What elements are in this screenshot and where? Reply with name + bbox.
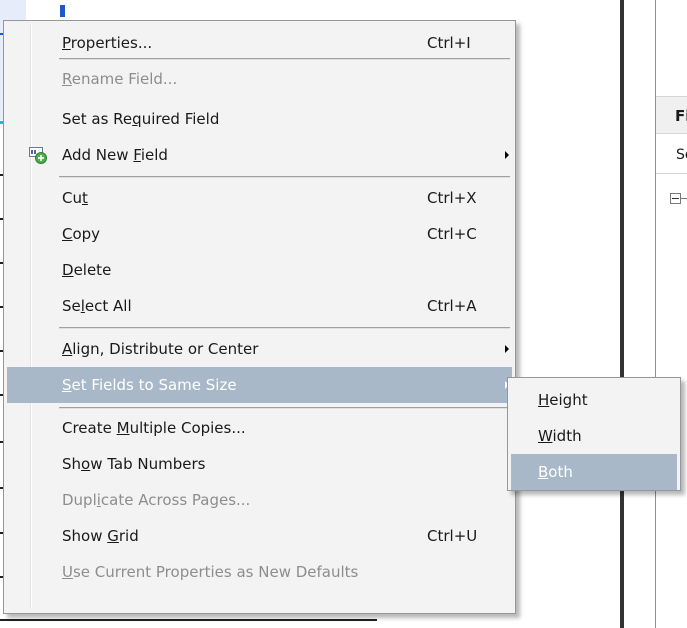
menu-item-label: Delete <box>62 252 111 288</box>
label-text: ield <box>140 146 168 164</box>
label-text: cate Across Pages... <box>100 491 251 509</box>
menu-item-create-multiple-copies[interactable]: Create Multiple Copies... <box>7 410 512 446</box>
menu-item-label: Properties... <box>62 25 152 61</box>
menu-item-label: Set as Required Field <box>62 101 219 137</box>
menu-item-select-all[interactable]: Select All Ctrl+A <box>7 288 512 324</box>
label-text: Cu <box>62 189 82 207</box>
menu-item-set-fields-to-same-size[interactable]: Set Fields to Same Size <box>7 367 512 403</box>
label-text: Show <box>62 527 108 545</box>
fields-sort-dropdown[interactable]: So <box>656 136 687 174</box>
submenu-item-height[interactable]: Height <box>511 382 677 418</box>
menu-item-label: Cut <box>62 180 88 216</box>
menu-item-label: Use Current Properties as New Defaults <box>62 554 358 590</box>
label-text: uired Field <box>141 110 220 128</box>
menu-item-rename-field[interactable]: Rename Field... <box>7 61 512 97</box>
menu-item-show-tab-numbers[interactable]: Show Tab Numbers <box>7 446 512 482</box>
menu-item-set-as-required-field[interactable]: Set as Required Field <box>7 101 512 137</box>
label-text: Se <box>62 297 81 315</box>
submenu-arrow-icon <box>505 345 509 353</box>
menu-item-label: Show Grid <box>62 518 139 554</box>
label-text: elete <box>73 261 112 279</box>
submenu-item-width[interactable]: Width <box>511 418 677 454</box>
menu-item-align-distribute-or-center[interactable]: Align, Distribute or Center <box>7 331 512 367</box>
menu-item-show-grid[interactable]: Show Grid Ctrl+U <box>7 518 512 554</box>
label-text: ename Field... <box>71 70 178 88</box>
menu-item-label: Select All <box>62 288 132 324</box>
access-key: F <box>133 146 141 164</box>
shortcut-label: Ctrl+X <box>427 189 477 207</box>
label-text: Sh <box>62 455 82 473</box>
context-menu: Properties... Ctrl+I Rename Field... Set as… <box>3 20 516 614</box>
label-text: se Current Properties as New Defaults <box>72 563 359 581</box>
collapse-icon[interactable] <box>670 193 681 204</box>
menu-item-label: Height <box>538 382 588 418</box>
menu-item-cut[interactable]: Cut Ctrl+X <box>7 180 512 216</box>
access-key: C <box>62 225 73 243</box>
menu-item-label: Copy <box>62 216 100 252</box>
label-text: lign, Distribute or Center <box>72 340 259 358</box>
menu-item-label: Align, Distribute or Center <box>62 331 258 367</box>
access-key: M <box>116 419 130 437</box>
menu-item-label: Set Fields to Same Size <box>62 367 237 403</box>
label-text: Add New <box>62 146 134 164</box>
submenu-item-both[interactable]: Both <box>511 454 677 490</box>
access-key: S <box>62 376 72 394</box>
menu-separator <box>59 176 510 178</box>
field-resize-handle[interactable] <box>60 5 65 17</box>
access-key: o <box>81 455 91 473</box>
submenu-arrow-icon <box>505 151 509 159</box>
access-key: P <box>62 34 71 52</box>
menu-item-label: Width <box>538 418 582 454</box>
menu-item-label: Rename Field... <box>62 61 177 97</box>
access-key: B <box>538 463 549 481</box>
menu-item-copy[interactable]: Copy Ctrl+C <box>7 216 512 252</box>
label-text: roperties... <box>70 34 153 52</box>
menu-item-add-new-field[interactable]: Add New Field <box>7 137 512 173</box>
label-text: oth <box>548 463 573 481</box>
menu-item-label: Show Tab Numbers <box>62 446 206 482</box>
menu-item-label: Create Multiple Copies... <box>62 410 246 446</box>
access-key: R <box>62 70 72 88</box>
label-text: et Fields to Same Size <box>71 376 237 394</box>
field-guide-line <box>0 619 377 621</box>
access-key: q <box>132 110 142 128</box>
shortcut-label: Ctrl+C <box>427 225 477 243</box>
label-text: eight <box>549 391 588 409</box>
label-text: ultiple Copies... <box>129 419 246 437</box>
access-key: D <box>62 261 74 279</box>
same-size-submenu: Height Width Both <box>507 377 681 491</box>
add-text-field-icon <box>29 146 47 164</box>
shortcut-label: Ctrl+U <box>427 527 478 545</box>
access-key: H <box>538 391 550 409</box>
access-key: A <box>62 340 73 358</box>
label-text: Set as Re <box>62 110 133 128</box>
label-text: idth <box>552 427 582 445</box>
shortcut-label: Ctrl+A <box>427 297 477 315</box>
access-key: G <box>107 527 119 545</box>
menu-item-label: Duplicate Across Pages... <box>62 482 250 518</box>
menu-item-duplicate-across-pages[interactable]: Duplicate Across Pages... <box>7 482 512 518</box>
shortcut-label: Ctrl+I <box>427 34 471 52</box>
access-key: t <box>81 189 88 207</box>
access-key: W <box>538 427 553 445</box>
tree-connector <box>681 198 687 199</box>
menu-item-delete[interactable]: Delete <box>7 252 512 288</box>
label-text: ect All <box>84 297 132 315</box>
menu-separator <box>59 407 510 409</box>
menu-item-label: Both <box>538 454 573 490</box>
label-text: Create <box>62 419 117 437</box>
fields-panel-header: Fi <box>656 96 687 134</box>
access-key: U <box>62 563 73 581</box>
menu-item-use-current-properties-as-new-defaults[interactable]: Use Current Properties as New Defaults <box>7 554 512 590</box>
menu-item-properties[interactable]: Properties... Ctrl+I <box>7 25 512 61</box>
label-text: w Tab Numbers <box>90 455 206 473</box>
label-text: Dupl <box>62 491 97 509</box>
menu-separator <box>59 327 510 329</box>
menu-item-label: Add New Field <box>62 137 168 173</box>
panel-border <box>655 0 656 628</box>
label-text: opy <box>72 225 101 243</box>
label-text: rid <box>118 527 139 545</box>
